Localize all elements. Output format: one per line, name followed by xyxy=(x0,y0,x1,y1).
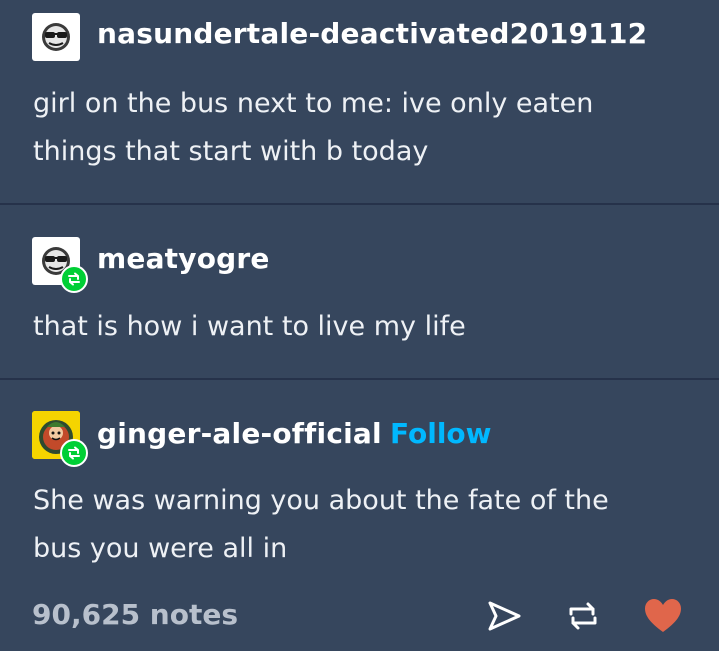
sunglasses-face-icon xyxy=(42,23,70,51)
follow-button[interactable]: Follow xyxy=(390,417,492,450)
post-3-text: She was warning you about the fate of th… xyxy=(33,485,609,564)
avatar[interactable] xyxy=(32,411,88,467)
reblog-badge-icon xyxy=(60,439,88,467)
avatar[interactable] xyxy=(32,237,88,293)
notes-count[interactable]: 90,625 notes xyxy=(32,598,238,631)
post-1: nasundertale-deactivated2019112 girl on … xyxy=(0,0,719,203)
heart-icon[interactable] xyxy=(643,596,683,636)
reblog-icon[interactable] xyxy=(563,596,603,636)
reblog-badge-icon xyxy=(60,265,88,293)
post-2: meatyogre that is how i want to live my … xyxy=(0,205,719,378)
share-icon[interactable] xyxy=(484,596,524,636)
avatar[interactable] xyxy=(32,13,80,61)
post-2-text: that is how i want to live my life xyxy=(33,311,466,342)
post-2-username[interactable]: meatyogre xyxy=(97,242,270,275)
post-3-username[interactable]: ginger-ale-official xyxy=(97,417,382,450)
post-1-username[interactable]: nasundertale-deactivated2019112 xyxy=(97,17,647,50)
post-3: ginger-ale-official Follow She was warni… xyxy=(0,380,719,580)
post-1-text: girl on the bus next to me: ive only eat… xyxy=(33,88,594,167)
